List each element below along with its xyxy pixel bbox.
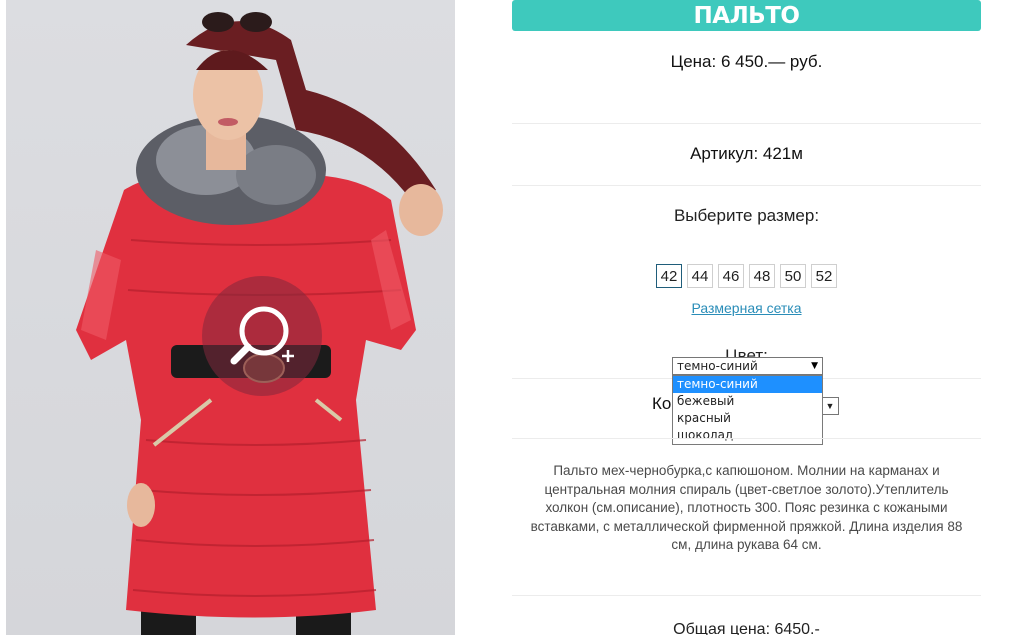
- price: Цена: 6 450.— руб.: [670, 52, 823, 71]
- size-chart-link[interactable]: Размерная сетка: [512, 300, 981, 316]
- size-option-44[interactable]: 44: [687, 264, 713, 288]
- size-option-48[interactable]: 48: [749, 264, 775, 288]
- size-option-52[interactable]: 52: [811, 264, 837, 288]
- color-dropdown-list: темно-синий бежевый красный шоколад: [672, 375, 823, 445]
- price-row: Цена: 6 450.— руб.: [512, 31, 981, 124]
- product-image[interactable]: [6, 0, 455, 635]
- size-option-46[interactable]: 46: [718, 264, 744, 288]
- size-label: Выберите размер:: [673, 206, 820, 225]
- product-info: ПАЛЬТО Цена: 6 450.— руб. Артикул: 421м …: [512, 0, 981, 635]
- quantity-label: Ко: [652, 394, 672, 413]
- product-title-bar: ПАЛЬТО: [512, 0, 981, 31]
- size-selector: 42 44 46 48 50 52: [512, 264, 981, 288]
- divider: [512, 438, 981, 439]
- color-select[interactable]: темно-синий ▼: [672, 357, 823, 375]
- divider: [512, 595, 981, 596]
- product-title: ПАЛЬТО: [693, 2, 800, 29]
- color-option-dark-blue[interactable]: темно-синий: [673, 376, 822, 393]
- quantity-select[interactable]: ▼: [821, 397, 839, 415]
- chevron-down-icon: ▼: [825, 401, 835, 411]
- color-option-beige[interactable]: бежевый: [673, 393, 822, 410]
- sku: Артикул: 421м: [690, 144, 803, 163]
- size-option-50[interactable]: 50: [780, 264, 806, 288]
- zoom-in-icon: [230, 306, 294, 365]
- product-description: Пальто мех-чернобурка,с капюшоном. Молни…: [530, 463, 963, 552]
- size-option-42[interactable]: 42: [656, 264, 682, 288]
- color-option-red[interactable]: красный: [673, 410, 822, 427]
- color-option-chocolate[interactable]: шоколад: [673, 427, 822, 444]
- sku-row: Артикул: 421м: [512, 124, 981, 186]
- zoom-button[interactable]: [202, 276, 322, 396]
- chevron-down-icon: ▼: [811, 361, 818, 371]
- total-price: Общая цена: 6450.-: [673, 621, 820, 635]
- color-select-wrapper: темно-синий ▼ темно-синий бежевый красны…: [672, 357, 823, 445]
- color-select-value: темно-синий: [677, 359, 758, 373]
